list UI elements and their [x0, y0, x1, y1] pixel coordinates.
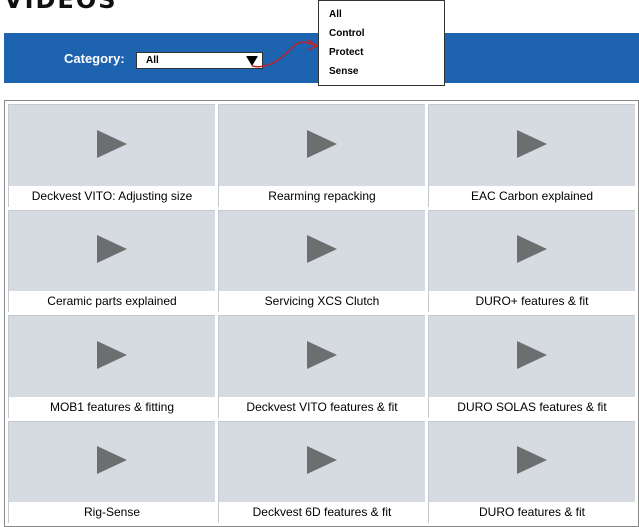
category-label: Category: — [64, 51, 125, 66]
video-tile[interactable]: Rig-Sense — [8, 420, 215, 523]
play-icon[interactable] — [97, 235, 127, 264]
category-select-value: All — [146, 55, 159, 66]
play-icon[interactable] — [307, 235, 337, 264]
play-icon[interactable] — [307, 340, 337, 369]
video-caption[interactable]: Servicing XCS Clutch — [219, 291, 425, 312]
annotation-arrow-icon — [251, 39, 319, 68]
dropdown-option-protect[interactable]: Protect — [319, 43, 444, 62]
video-caption[interactable]: MOB1 features & fitting — [9, 396, 215, 418]
video-tile[interactable]: Servicing XCS Clutch — [218, 209, 425, 312]
video-tile[interactable]: DURO+ features & fit — [428, 209, 635, 312]
video-caption[interactable]: Ceramic parts explained — [9, 291, 215, 312]
video-caption[interactable]: DURO features & fit — [429, 502, 635, 523]
video-caption[interactable]: EAC Carbon explained — [429, 185, 635, 207]
category-dropdown-list: All Control Protect Sense — [318, 0, 445, 86]
video-tile[interactable]: Rearming repacking — [218, 104, 425, 207]
dropdown-option-all[interactable]: All — [319, 5, 444, 24]
video-grid: Deckvest VITO: Adjusting size Rearming r… — [4, 100, 639, 527]
play-icon[interactable] — [97, 340, 127, 369]
play-icon[interactable] — [307, 129, 337, 158]
dropdown-option-sense[interactable]: Sense — [319, 62, 444, 81]
play-icon[interactable] — [517, 129, 547, 158]
video-tile[interactable]: MOB1 features & fitting — [8, 315, 215, 418]
video-caption[interactable]: Deckvest VITO features & fit — [219, 396, 425, 418]
video-caption[interactable]: Deckvest VITO: Adjusting size — [9, 185, 215, 207]
video-tile[interactable]: DURO features & fit — [428, 420, 635, 523]
play-icon[interactable] — [307, 446, 337, 475]
dropdown-option-control[interactable]: Control — [319, 24, 444, 43]
video-tile[interactable]: Deckvest VITO features & fit — [218, 315, 425, 418]
video-caption[interactable]: Rearming repacking — [219, 185, 425, 207]
play-icon[interactable] — [517, 235, 547, 264]
video-tile[interactable]: Deckvest 6D features & fit — [218, 420, 425, 523]
play-icon[interactable] — [517, 340, 547, 369]
category-select[interactable]: All — [136, 52, 263, 69]
play-icon[interactable] — [97, 446, 127, 475]
video-tile[interactable]: Deckvest VITO: Adjusting size — [8, 104, 215, 207]
page-title: VIDEOS — [4, 0, 118, 14]
video-caption[interactable]: Rig-Sense — [9, 502, 215, 523]
play-icon[interactable] — [97, 129, 127, 158]
video-tile[interactable]: Ceramic parts explained — [8, 209, 215, 312]
video-caption[interactable]: DURO SOLAS features & fit — [429, 396, 635, 418]
play-icon[interactable] — [517, 446, 547, 475]
video-caption[interactable]: DURO+ features & fit — [429, 291, 635, 312]
video-caption[interactable]: Deckvest 6D features & fit — [219, 502, 425, 523]
video-tile[interactable]: DURO SOLAS features & fit — [428, 315, 635, 418]
video-tile[interactable]: EAC Carbon explained — [428, 104, 635, 207]
